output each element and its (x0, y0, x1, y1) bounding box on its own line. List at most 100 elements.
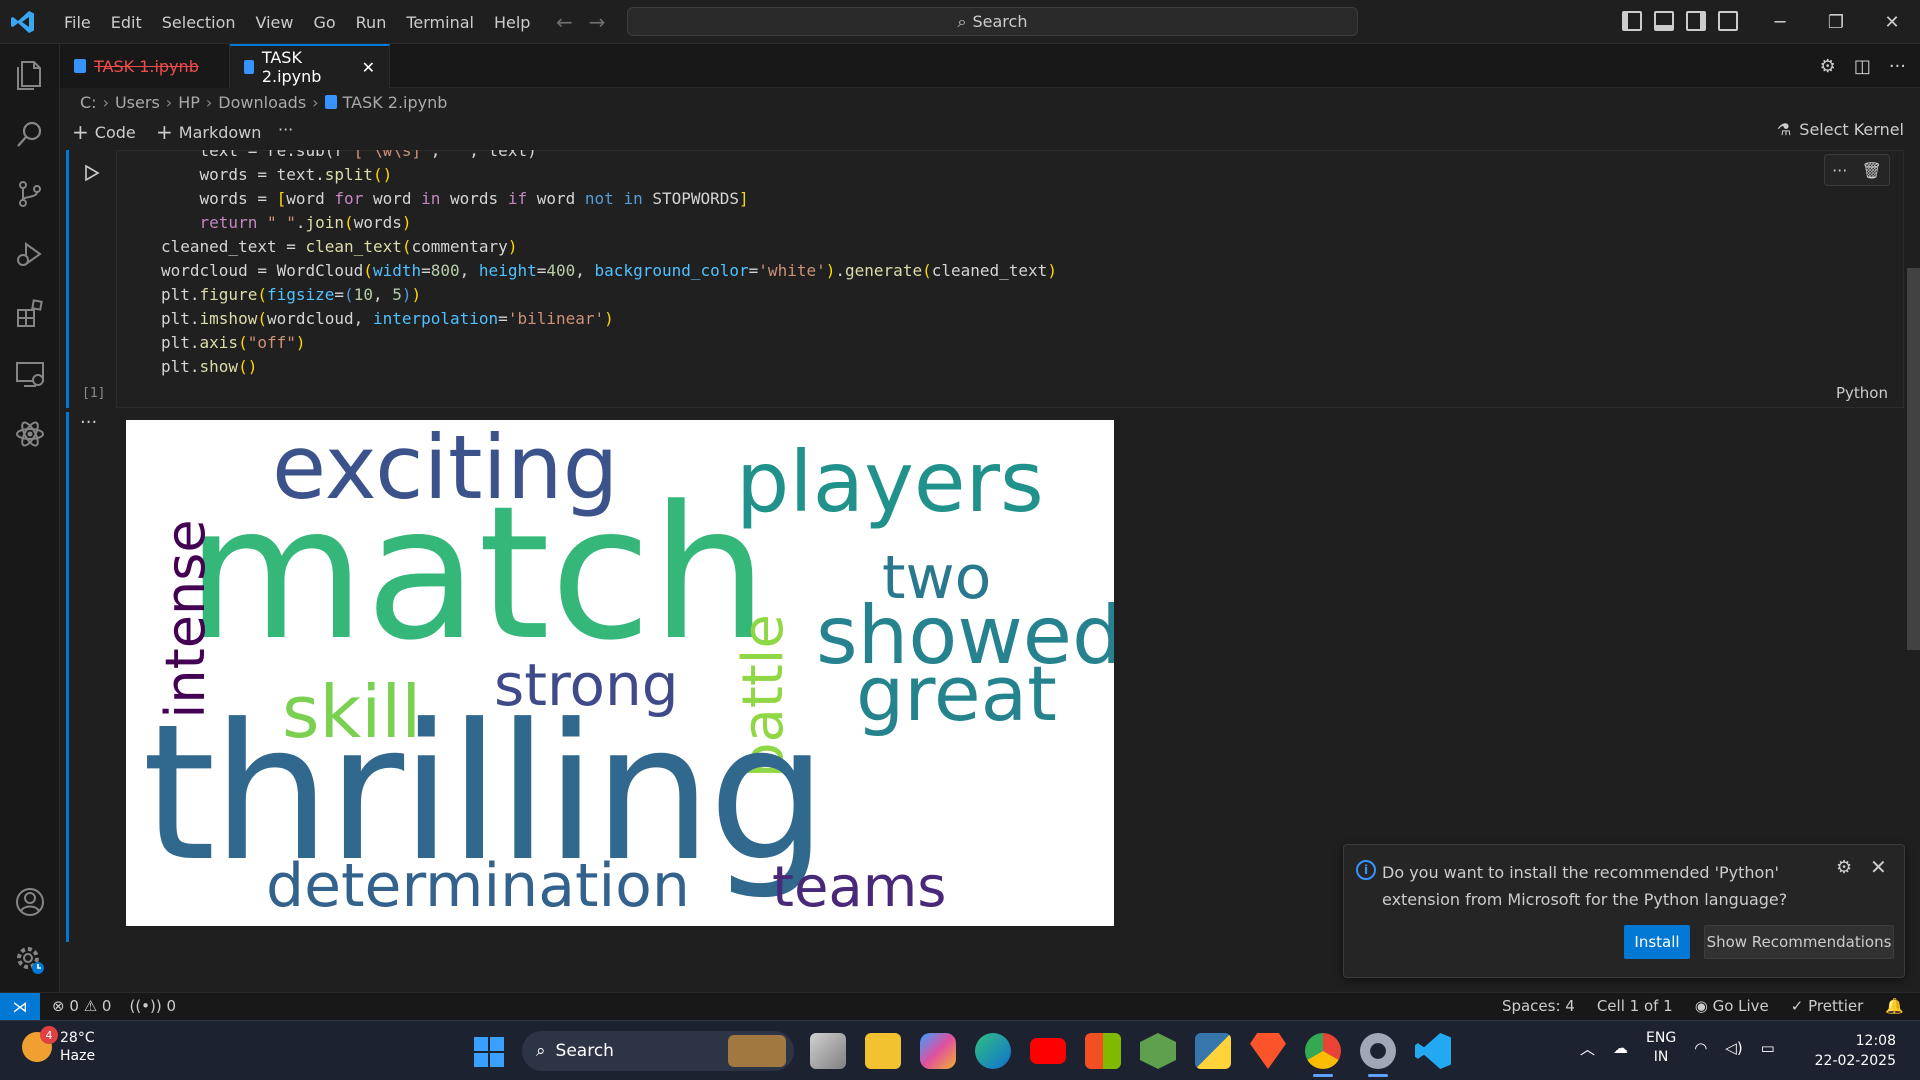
output-more-icon[interactable]: ··· (80, 412, 97, 433)
forward-arrow-icon[interactable]: → (589, 10, 606, 34)
edge-browser-icon[interactable] (975, 1033, 1011, 1069)
minimize-icon[interactable]: ─ (1752, 0, 1808, 44)
windows-taskbar: 4 28°C Haze ⌕ Search ︿ ☁ ENG IN ◠ ◁) ▭ 1… (0, 1020, 1920, 1080)
menu-selection[interactable]: Selection (152, 13, 246, 32)
menu-file[interactable]: File (54, 13, 101, 32)
react-extension-icon[interactable] (14, 418, 46, 450)
code-line-5: cleaned_text = clean_text(commentary) (161, 237, 518, 256)
back-arrow-icon[interactable]: ← (556, 10, 573, 34)
editor-scrollbar[interactable] (1907, 268, 1920, 650)
youtube-icon[interactable] (1030, 1038, 1066, 1064)
brave-browser-icon[interactable] (1250, 1033, 1286, 1069)
notification-close-icon[interactable]: ✕ (1870, 855, 1887, 879)
wifi-icon[interactable]: ◠ (1694, 1039, 1707, 1057)
select-kernel-button[interactable]: ⚗ Select Kernel (1777, 120, 1904, 139)
word-match: match (186, 467, 768, 681)
menu-bar: File Edit Selection View Go Run Terminal… (54, 0, 540, 44)
menu-run[interactable]: Run (346, 13, 397, 32)
close-tab-icon[interactable]: ✕ (362, 58, 375, 77)
word-determination: determination (266, 851, 690, 921)
taskbar-clock[interactable]: 12:08 22-02-2025 (1815, 1031, 1896, 1071)
file-explorer-icon[interactable] (865, 1033, 901, 1069)
tab-task2[interactable]: TASK 2.ipynb ✕ (230, 44, 390, 88)
split-editor-icon[interactable]: ◫ (1854, 56, 1871, 77)
menu-go[interactable]: Go (303, 13, 345, 32)
code-line-10: plt.show() (161, 357, 258, 376)
more-actions-icon[interactable]: ··· (1889, 56, 1906, 77)
status-right: Spaces: 4 Cell 1 of 1 ◉ Go Live ✓ Pretti… (1502, 997, 1904, 1015)
run-debug-icon[interactable] (14, 238, 46, 270)
remote-explorer-icon[interactable] (14, 358, 46, 390)
tab-task1[interactable]: TASK 1.ipynb (60, 44, 230, 88)
go-live-button[interactable]: ◉ Go Live (1695, 997, 1769, 1015)
settings-app-icon[interactable] (1360, 1033, 1396, 1077)
install-button[interactable]: Install (1624, 925, 1690, 959)
menu-help[interactable]: Help (484, 13, 540, 32)
toolbar-more-button[interactable]: ··· (278, 120, 293, 139)
cell-editor[interactable]: text = re.sub(r'[^\w\s]', '', text) word… (116, 150, 1904, 408)
lang-top: ENG (1646, 1030, 1677, 1046)
menu-terminal[interactable]: Terminal (396, 13, 484, 32)
tab-label: TASK 1.ipynb (94, 56, 199, 76)
task-view-icon[interactable] (810, 1033, 846, 1069)
accounts-icon[interactable] (14, 886, 46, 918)
word-teams: teams (772, 855, 947, 920)
notification-settings-gear-icon[interactable]: ⚙ (1836, 857, 1852, 878)
clock-date: 22-02-2025 (1814, 1053, 1896, 1069)
delete-cell-icon[interactable]: 🗑 (1862, 161, 1882, 180)
cell-position-status[interactable]: Cell 1 of 1 (1597, 997, 1673, 1015)
manage-gear-icon[interactable] (14, 944, 46, 976)
broadcast-icon: ◉ (1694, 997, 1713, 1015)
breadcrumb-item[interactable]: Downloads (218, 93, 306, 112)
extensions-icon[interactable] (14, 298, 46, 330)
battery-icon[interactable]: ▭ (1761, 1039, 1775, 1057)
vscode-taskbar-icon[interactable] (1415, 1033, 1451, 1069)
show-recommendations-button[interactable]: Show Recommendations (1704, 925, 1894, 959)
customize-layout-icon[interactable] (1718, 11, 1738, 31)
code-cell: text = re.sub(r'[^\w\s]', '', text) word… (66, 150, 1904, 408)
input-language[interactable]: ENG IN (1646, 1029, 1676, 1067)
breadcrumb-item[interactable]: HP (178, 93, 200, 112)
ports-indicator[interactable]: ((•)) 0 (129, 997, 176, 1015)
copilot-icon[interactable] (920, 1033, 956, 1069)
remote-indicator-icon[interactable]: ⋊ (0, 993, 40, 1021)
source-control-icon[interactable] (14, 178, 46, 210)
weather-widget[interactable]: 4 28°C Haze (22, 1026, 95, 1065)
menu-edit[interactable]: Edit (101, 13, 152, 32)
breadcrumb-item[interactable]: TASK 2.ipynb (343, 93, 448, 112)
volume-icon[interactable]: ◁) (1725, 1039, 1742, 1057)
search-activity-icon[interactable] (14, 118, 46, 150)
explorer-icon[interactable] (14, 58, 46, 90)
start-button-windows-icon[interactable] (474, 1037, 504, 1067)
prettier-status[interactable]: ✓ Prettier (1791, 997, 1864, 1015)
notifications-bell-icon[interactable]: 🔔 (1885, 997, 1904, 1015)
add-markdown-cell-button[interactable]: + Markdown (156, 120, 261, 144)
restore-icon[interactable]: ❐ (1808, 0, 1864, 44)
cell-more-icon[interactable]: ··· (1832, 161, 1847, 180)
cell-language-label[interactable]: Python (1836, 384, 1888, 402)
chevron-right-icon: › (102, 92, 109, 112)
taskbar-search[interactable]: ⌕ Search (522, 1031, 794, 1071)
chrome-icon[interactable] (1305, 1033, 1341, 1077)
settings-gear-icon[interactable]: ⚙ (1820, 56, 1836, 77)
breadcrumb-item[interactable]: Users (115, 93, 160, 112)
broadcast-icon: ((•)) (129, 997, 162, 1015)
close-window-icon[interactable]: ✕ (1864, 0, 1920, 44)
command-center-search[interactable]: ⌕ Search (627, 7, 1358, 36)
problems-indicator[interactable]: ⊗ 0 ⚠ 0 (52, 997, 111, 1015)
run-cell-icon[interactable] (84, 164, 100, 182)
menu-view[interactable]: View (246, 13, 304, 32)
nodejs-icon[interactable] (1140, 1033, 1176, 1069)
toggle-panel-icon[interactable] (1654, 11, 1674, 31)
microsoft-store-icon[interactable] (1085, 1033, 1121, 1069)
onedrive-icon[interactable]: ☁ (1613, 1039, 1628, 1057)
indentation-status[interactable]: Spaces: 4 (1502, 997, 1575, 1015)
code-line-7: plt.figure(figsize=(10, 5)) (161, 285, 422, 304)
chevron-up-icon[interactable]: ︿ (1580, 1038, 1595, 1059)
breadcrumb-item[interactable]: C: (80, 93, 97, 112)
execution-count: [1] (82, 386, 106, 401)
toggle-primary-sidebar-icon[interactable] (1622, 11, 1642, 31)
python-icon[interactable] (1195, 1033, 1231, 1069)
toggle-secondary-sidebar-icon[interactable] (1686, 11, 1706, 31)
add-code-cell-button[interactable]: + Code (72, 120, 136, 144)
